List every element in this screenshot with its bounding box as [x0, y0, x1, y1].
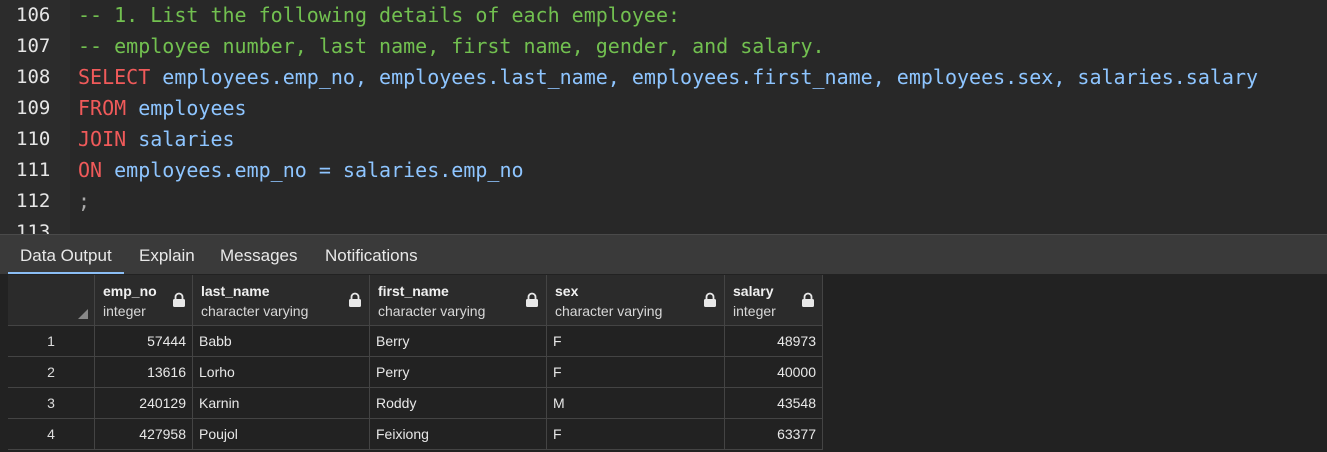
table-row[interactable]: 3 240129 Karnin Roddy M 43548: [8, 388, 823, 419]
cell-salary[interactable]: 63377: [725, 419, 823, 450]
lock-icon: [173, 292, 185, 307]
column-type: character varying: [201, 303, 309, 319]
column-header-salary[interactable]: salary integer: [725, 275, 823, 326]
sql-keyword: SELECT: [78, 65, 151, 89]
sort-corner-icon: [78, 309, 88, 319]
data-output-panel: emp_no integer last_name character varyi…: [0, 274, 1327, 452]
cell-last-name[interactable]: Lorho: [193, 357, 370, 388]
cell-emp-no[interactable]: 427958: [95, 419, 193, 450]
line-number: 111: [16, 159, 51, 181]
code-line: 113: [0, 217, 1327, 234]
sql-keyword: ON: [78, 158, 103, 182]
column-type: character varying: [378, 303, 486, 319]
output-tabs-bar: Data Output Explain Messages Notificatio…: [0, 234, 1327, 275]
cell-emp-no[interactable]: 240129: [95, 388, 193, 419]
grid-header-row: emp_no integer last_name character varyi…: [8, 275, 823, 326]
select-all-corner[interactable]: [8, 275, 95, 326]
cell-salary[interactable]: 43548: [725, 388, 823, 419]
lock-icon: [349, 292, 361, 307]
column-name: emp_no: [103, 283, 157, 299]
sql-comment: -- employee number, last name, first nam…: [78, 34, 825, 58]
line-number: 108: [16, 66, 51, 88]
cell-salary[interactable]: 48973: [725, 326, 823, 357]
row-number[interactable]: 1: [8, 326, 95, 357]
cell-last-name[interactable]: Karnin: [193, 388, 370, 419]
sql-code: employees.emp_no, employees.last_name, e…: [150, 65, 1259, 89]
line-number: 112: [16, 190, 51, 212]
table-row[interactable]: 2 13616 Lorho Perry F 40000: [8, 357, 823, 388]
cell-first-name[interactable]: Berry: [370, 326, 547, 357]
cell-emp-no[interactable]: 57444: [95, 326, 193, 357]
sql-code: employees: [126, 96, 247, 120]
row-number[interactable]: 2: [8, 357, 95, 388]
lock-icon: [802, 292, 814, 307]
cell-salary[interactable]: 40000: [725, 357, 823, 388]
line-number: 113: [16, 221, 51, 234]
code-line: 107 -- employee number, last name, first…: [0, 31, 1327, 62]
line-number: 107: [16, 35, 51, 57]
column-name: first_name: [378, 283, 449, 299]
line-number: 109: [16, 97, 51, 119]
column-header-emp-no[interactable]: emp_no integer: [95, 275, 193, 326]
code-line: 112 ;: [0, 186, 1327, 217]
column-header-last-name[interactable]: last_name character varying: [193, 275, 370, 326]
cell-sex[interactable]: F: [547, 357, 725, 388]
code-line: 111 ON employees.emp_no = salaries.emp_n…: [0, 155, 1327, 186]
sql-terminator: ;: [78, 189, 91, 213]
code-line: 108 SELECT employees.emp_no, employees.l…: [0, 62, 1327, 93]
table-row[interactable]: 1 57444 Babb Berry F 48973: [8, 326, 823, 357]
tab-messages[interactable]: Messages: [208, 235, 309, 275]
sql-code: employees.emp_no = salaries.emp_no: [102, 158, 524, 182]
lock-icon: [526, 292, 538, 307]
tab-explain[interactable]: Explain: [127, 235, 207, 275]
code-line: 106 -- 1. List the following details of …: [0, 0, 1327, 31]
lock-icon: [704, 292, 716, 307]
results-grid: emp_no integer last_name character varyi…: [8, 275, 823, 452]
tab-notifications[interactable]: Notifications: [313, 235, 430, 275]
code-line: 110 JOIN salaries: [0, 124, 1327, 155]
cell-last-name[interactable]: Poujol: [193, 419, 370, 450]
column-type: character varying: [555, 303, 663, 319]
line-number: 110: [16, 128, 51, 150]
cell-last-name[interactable]: Babb: [193, 326, 370, 357]
column-header-first-name[interactable]: first_name character varying: [370, 275, 547, 326]
row-number[interactable]: 3: [8, 388, 95, 419]
sql-code: salaries: [126, 127, 235, 151]
sql-editor[interactable]: 106 -- 1. List the following details of …: [0, 0, 1327, 234]
column-type: integer: [733, 303, 776, 319]
cell-first-name[interactable]: Feixiong: [370, 419, 547, 450]
column-name: last_name: [201, 283, 270, 299]
cell-sex[interactable]: F: [547, 326, 725, 357]
column-type: integer: [103, 303, 146, 319]
column-header-sex[interactable]: sex character varying: [547, 275, 725, 326]
sql-keyword: FROM: [78, 96, 127, 120]
table-row[interactable]: 4 427958 Poujol Feixiong F 63377: [8, 419, 823, 450]
code-line: 109 FROM employees: [0, 93, 1327, 124]
column-name: salary: [733, 283, 774, 299]
sql-keyword: JOIN: [78, 127, 127, 151]
row-number[interactable]: 4: [8, 419, 95, 450]
sql-comment: -- 1. List the following details of each…: [78, 3, 681, 27]
cell-sex[interactable]: M: [547, 388, 725, 419]
cell-first-name[interactable]: Perry: [370, 357, 547, 388]
column-name: sex: [555, 283, 579, 299]
cell-emp-no[interactable]: 13616: [95, 357, 193, 388]
tab-data-output[interactable]: Data Output: [8, 235, 124, 275]
cell-first-name[interactable]: Roddy: [370, 388, 547, 419]
line-number: 106: [16, 4, 51, 26]
cell-sex[interactable]: F: [547, 419, 725, 450]
